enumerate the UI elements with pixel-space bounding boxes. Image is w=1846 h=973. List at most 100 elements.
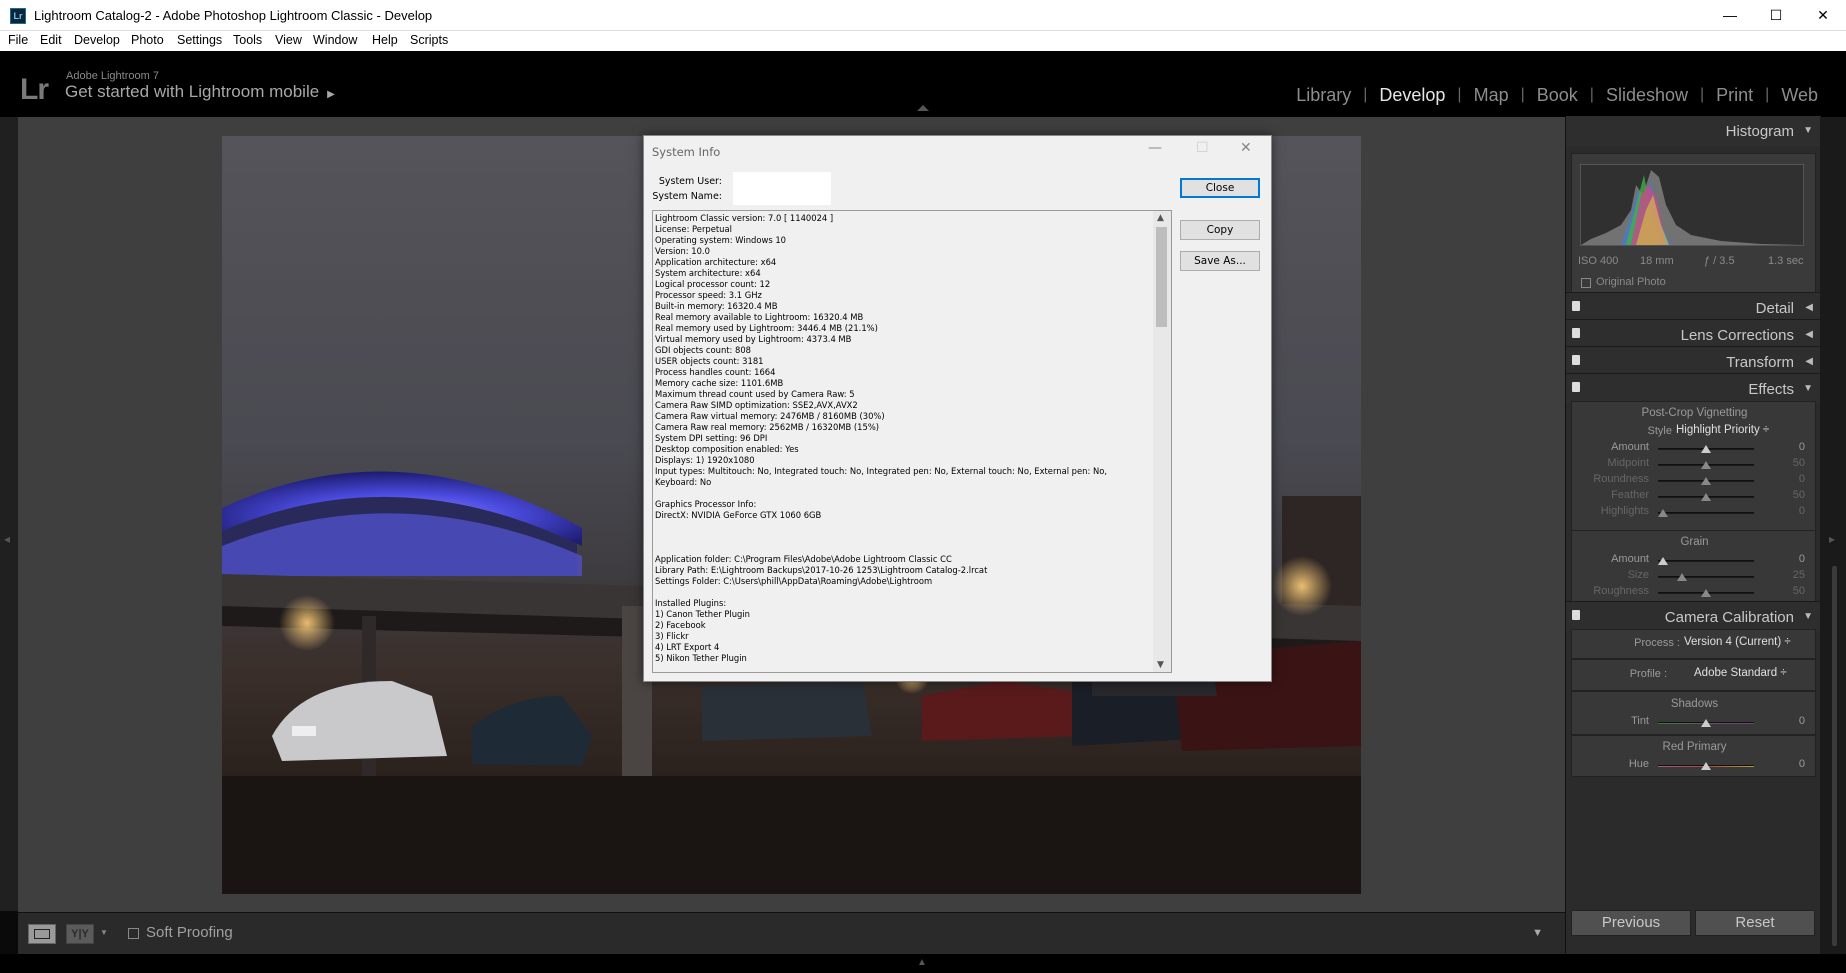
slider-value[interactable]: 0 [1799,553,1805,565]
before-after-dropdown-icon[interactable]: ▼ [100,928,108,937]
process-version-select[interactable]: Process : Version 4 (Current) ÷ [1572,635,1817,653]
module-map[interactable]: Map [1462,85,1521,106]
red-hue-slider[interactable]: Hue 0 [1572,758,1817,774]
tint-value[interactable]: 0 [1799,715,1805,727]
slider-feather[interactable]: Feather 50 [1572,489,1817,505]
copy-button[interactable]: Copy [1180,220,1260,240]
scroll-down-icon[interactable]: ▼ [1157,660,1164,670]
slider-roughness[interactable]: Roughness 50 [1572,585,1817,601]
module-book[interactable]: Book [1525,85,1590,106]
previous-button[interactable]: Previous [1571,910,1691,936]
loupe-view-button[interactable] [28,924,56,944]
module-library[interactable]: Library [1284,85,1363,106]
system-info-text-area[interactable]: Lightroom Classic version: 7.0 [ 1140024… [652,210,1172,673]
slider-roundness[interactable]: Roundness 0 [1572,473,1817,489]
slider-value[interactable]: 0 [1799,473,1805,485]
menu-view[interactable]: View [275,33,302,47]
expand-filmstrip-icon[interactable]: ▲ [917,957,927,968]
slider-track[interactable] [1657,557,1754,565]
original-photo-checkbox[interactable] [1581,278,1591,288]
menu-edit[interactable]: Edit [40,33,62,47]
expand-left-icon[interactable]: ◂ [4,532,10,546]
slider-track[interactable] [1658,493,1754,501]
before-after-button[interactable]: Y|Y [66,924,94,944]
slider-knob[interactable] [1701,461,1711,469]
tint-track[interactable] [1658,719,1754,727]
slider-track[interactable] [1658,573,1754,581]
panel-switch-icon[interactable] [1572,301,1580,311]
module-slideshow[interactable]: Slideshow [1594,85,1700,106]
slider-value[interactable]: 50 [1793,457,1805,469]
detail-panel-header[interactable]: Detail ◀ [1566,292,1821,322]
info-scrollbar[interactable]: ▲ ▼ [1153,211,1171,672]
slider-knob[interactable] [1701,493,1711,501]
close-button[interactable]: Close [1180,178,1260,198]
menu-develop[interactable]: Develop [74,33,120,47]
slider-size[interactable]: Size 25 [1572,569,1817,585]
filmstrip-collapsed[interactable]: ▲ [0,954,1846,973]
menu-scripts[interactable]: Scripts [410,33,448,47]
menu-file[interactable]: File [8,33,28,47]
module-print[interactable]: Print [1704,85,1765,106]
dialog-maximize-button[interactable]: ☐ [1196,140,1209,156]
slider-knob[interactable] [1657,557,1668,565]
hue-track[interactable] [1658,762,1754,770]
hue-value[interactable]: 0 [1799,758,1805,770]
slider-track[interactable] [1658,445,1754,453]
panel-switch-icon[interactable] [1572,382,1580,392]
right-panel-edge[interactable]: ▸ [1820,117,1846,954]
maximize-button[interactable]: ☐ [1753,0,1799,31]
slider-knob[interactable] [1701,445,1711,453]
slider-value[interactable]: 50 [1793,585,1805,597]
slider-midpoint[interactable]: Midpoint 50 [1572,457,1817,473]
slider-value[interactable]: 50 [1793,489,1805,501]
slider-knob[interactable] [1677,573,1687,581]
module-develop[interactable]: Develop [1367,85,1457,106]
toolbar-content-menu-icon[interactable]: ▼ [1532,927,1543,939]
slider-track[interactable] [1657,509,1754,517]
panel-switch-icon[interactable] [1572,328,1580,338]
vignette-style-select[interactable]: Style Highlight Priority ÷ [1572,423,1817,441]
slider-value[interactable]: 0 [1799,505,1805,517]
menu-tools[interactable]: Tools [233,33,262,47]
histogram-panel-header[interactable]: Histogram ▼ [1566,116,1821,146]
tint-knob[interactable] [1701,719,1711,727]
dialog-close-x-button[interactable]: ✕ [1240,140,1252,156]
panel-switch-icon[interactable] [1572,610,1580,620]
slider-knob[interactable] [1701,477,1711,485]
scroll-thumb[interactable] [1156,227,1167,327]
slider-highlights[interactable]: Highlights 0 [1572,505,1817,521]
camera-calibration-panel-header[interactable]: Camera Calibration ▼ [1566,601,1821,631]
save-as-button[interactable]: Save As... [1180,251,1260,271]
left-panel-collapsed[interactable]: ◂ [0,117,18,911]
slider-track[interactable] [1658,477,1754,485]
right-panel-scrollbar[interactable] [1832,566,1837,946]
menu-settings[interactable]: Settings [177,33,222,47]
panel-switch-icon[interactable] [1572,355,1580,365]
identity-plate-mobile[interactable]: Get started with Lightroom mobile ▶ [65,82,335,102]
slider-amount[interactable]: Amount 0 [1572,553,1817,569]
slider-amount[interactable]: Amount 0 [1572,441,1817,457]
histogram[interactable]: ISO 400 18 mm ƒ / 3.5 1.3 sec Original P… [1571,153,1816,303]
slider-knob[interactable] [1701,589,1711,597]
slider-track[interactable] [1658,461,1754,469]
menu-help[interactable]: Help [372,33,398,47]
profile-select[interactable]: Profile : Adobe Standard ÷ [1572,666,1817,684]
shadows-tint-slider[interactable]: Tint 0 [1572,715,1817,731]
slider-value[interactable]: 0 [1799,441,1805,453]
module-web[interactable]: Web [1769,85,1830,106]
menu-window[interactable]: Window [313,33,357,47]
slider-knob[interactable] [1657,509,1668,517]
slider-value[interactable]: 25 [1793,569,1805,581]
menu-photo[interactable]: Photo [131,33,164,47]
dialog-minimize-button[interactable]: — [1148,140,1162,156]
minimize-button[interactable]: — [1707,0,1753,31]
close-window-button[interactable]: ✕ [1800,0,1846,31]
slider-track[interactable] [1658,589,1754,597]
top-panel-toggle-icon[interactable] [917,105,929,111]
reset-button[interactable]: Reset [1695,910,1815,936]
effects-panel-header[interactable]: Effects ▼ [1566,373,1821,403]
collapse-right-icon[interactable]: ▸ [1829,532,1835,546]
scroll-up-icon[interactable]: ▲ [1157,213,1164,223]
soft-proofing-checkbox[interactable] [128,928,139,939]
